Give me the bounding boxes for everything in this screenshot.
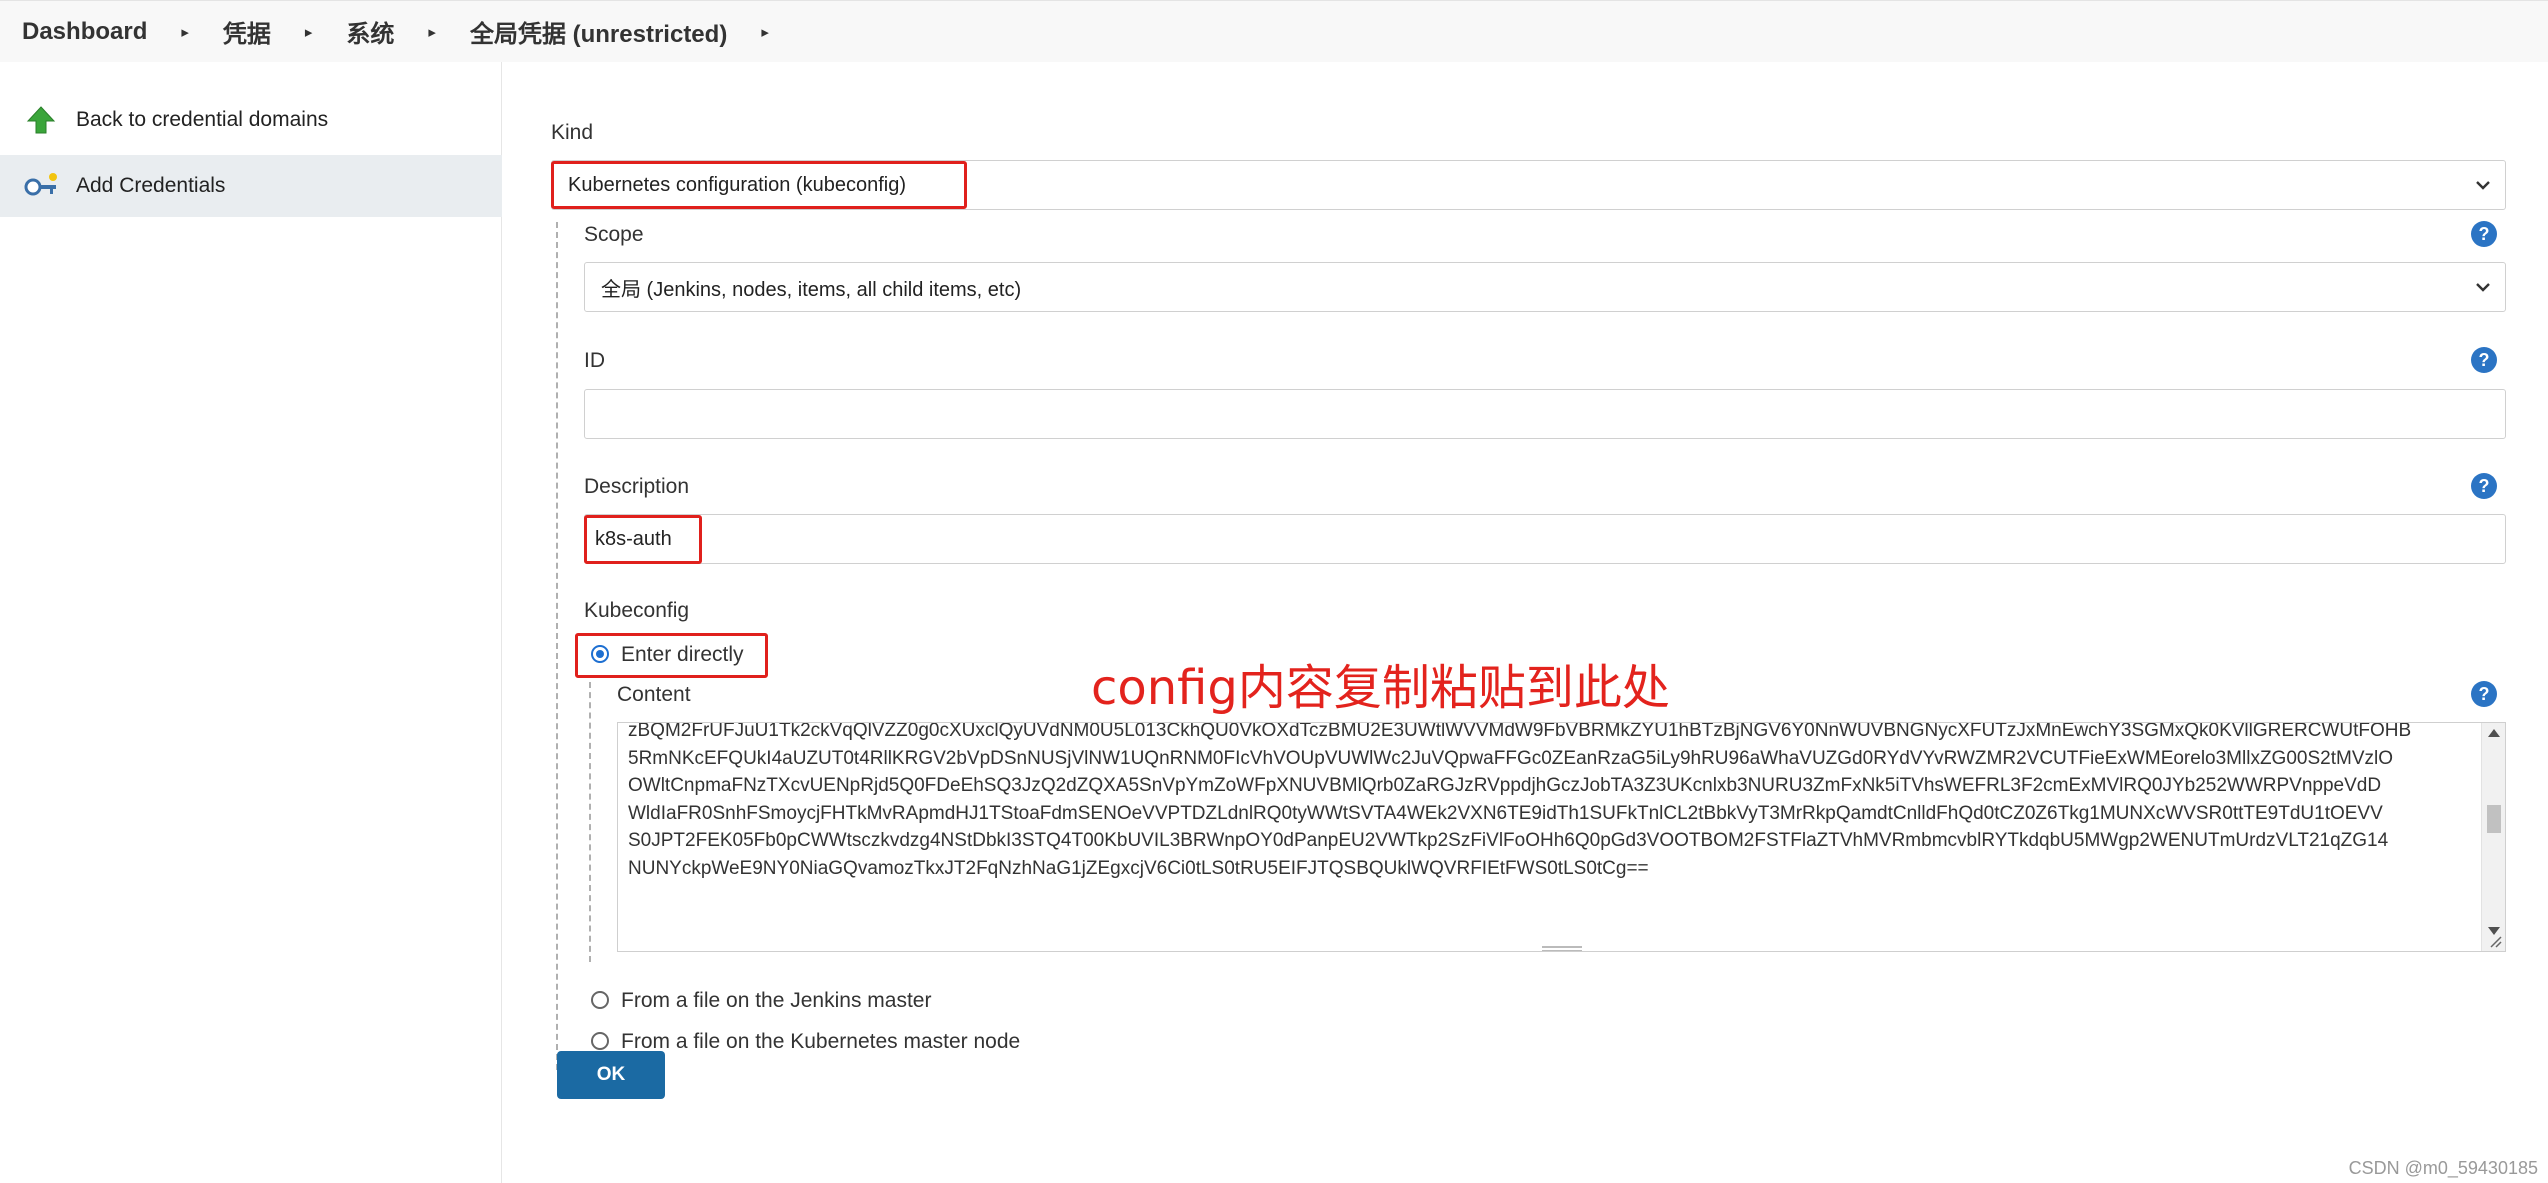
breadcrumb-label[interactable]: 系统 (346, 14, 394, 49)
chevron-right-icon[interactable]: ▸ (305, 23, 313, 41)
sidebar-item-label[interactable]: Add Credentials (76, 174, 225, 198)
enter-directly-label[interactable]: Enter directly (621, 643, 744, 667)
watermark: CSDN @m0_59430185 (2348, 1158, 2538, 1178)
kind-label: Kind (551, 121, 594, 144)
help-icon[interactable]: ? (2471, 347, 2497, 373)
sidebar-item-label[interactable]: Back to credential domains (76, 108, 328, 132)
chevron-down-icon (2476, 181, 2490, 190)
nesting-guide (556, 222, 558, 1070)
content-label: Content (617, 683, 691, 706)
scroll-thumb[interactable] (2487, 805, 2501, 833)
chevron-right-icon[interactable]: ▸ (181, 23, 189, 41)
breadcrumb-dashboard[interactable]: Dashboard ▸ (22, 18, 223, 46)
content-textarea[interactable]: zBQM2FrUFJuU1Tk2ckVqQlVZZ0g0cXUxclQyUVdN… (617, 722, 2506, 952)
id-label: ID (584, 349, 605, 372)
help-icon[interactable]: ? (2471, 221, 2497, 247)
breadcrumb-label[interactable]: 全局凭据 (unrestricted) (470, 14, 727, 49)
ok-button-label: OK (596, 1064, 626, 1085)
annotation-text: config内容复制粘贴到此处 (1091, 660, 1670, 716)
description-label: Description (584, 475, 690, 498)
description-input[interactable]: k8s-auth (584, 514, 2506, 564)
scope-select-value: 全局 (Jenkins, nodes, items, all child ite… (601, 278, 1022, 301)
id-input[interactable] (584, 389, 2506, 439)
scope-select[interactable]: 全局 (Jenkins, nodes, items, all child ite… (584, 262, 2506, 312)
sidebar-item-add-credentials[interactable]: Add Credentials (0, 155, 502, 217)
content-line: S0JPT2FEK05Fb0pCWWtsczkvdzg4NStDbkI3STQ4… (628, 830, 2389, 851)
chevron-right-icon[interactable]: ▸ (428, 23, 436, 41)
up-arrow-icon (24, 103, 58, 137)
content-line: WldIaFR0SnhFSmoycjFHTkMvRApmdHJ1TStoaFdm… (628, 802, 2383, 824)
from-master-label[interactable]: From a file on the Jenkins master (621, 989, 931, 1013)
content-line: zBQM2FrUFJuU1Tk2ckVqQlVZZ0g0cXUxclQyUVdN… (628, 722, 2412, 741)
resize-handle-icon[interactable] (2488, 934, 2502, 948)
scroll-up-icon[interactable] (2488, 729, 2500, 737)
kind-select-value: Kubernetes configuration (kubeconfig) (568, 173, 906, 196)
kubeconfig-label: Kubeconfig (584, 599, 690, 622)
ok-button[interactable]: OK (557, 1051, 665, 1099)
content-text: zBQM2FrUFJuU1Tk2ckVqQlVZZ0g0cXUxclQyUVdN… (628, 722, 2475, 882)
sidebar-item-back[interactable]: Back to credential domains (0, 89, 502, 151)
kind-select[interactable]: Kubernetes configuration (kubeconfig) (551, 160, 2506, 210)
side-panel: Back to credential domains Add Credentia… (0, 62, 502, 1183)
help-icon[interactable]: ? (2471, 681, 2497, 707)
chevron-down-icon (2476, 283, 2490, 292)
enter-directly-radio[interactable] (591, 645, 609, 663)
content-scrollbar[interactable] (2481, 723, 2505, 951)
from-master-radio[interactable] (591, 991, 609, 1009)
credential-form: Kind Kubernetes configuration (kubeconfi… (503, 62, 2548, 1183)
chevron-right-icon[interactable]: ▸ (761, 23, 769, 41)
breadcrumb-system[interactable]: 系统 ▸ (346, 14, 470, 49)
breadcrumb-credentials[interactable]: 凭据 ▸ (223, 14, 347, 49)
content-line: OWltCnpmaFNzTXcvUENpRjd5Q0FDeEhSQ3JzQ2dZ… (628, 775, 2382, 796)
resize-grip-icon[interactable] (1542, 946, 1582, 951)
from-k8s-label[interactable]: From a file on the Kubernetes master nod… (621, 1030, 1020, 1054)
scope-label: Scope (584, 223, 644, 246)
breadcrumb: Dashboard ▸ 凭据 ▸ 系统 ▸ 全局凭据 (unrestricted… (0, 0, 2548, 62)
from-k8s-radio[interactable] (591, 1032, 609, 1050)
content-line: NUNYckpWeE9NY0NiaGQvamozTkxJT2FqNzhNaG1j… (628, 857, 1649, 879)
nesting-guide (589, 682, 591, 962)
breadcrumb-global-credentials[interactable]: 全局凭据 (unrestricted) ▸ (470, 14, 803, 49)
description-input-value: k8s-auth (595, 527, 672, 550)
help-icon[interactable]: ? (2471, 473, 2497, 499)
breadcrumb-label[interactable]: Dashboard (22, 18, 147, 46)
breadcrumb-label[interactable]: 凭据 (223, 14, 271, 49)
content-line: 5RmNKcEFQUkI4aUZUT0t4RllKRGV2bVpDSnNUSjV… (628, 747, 2393, 769)
key-icon (24, 169, 58, 203)
